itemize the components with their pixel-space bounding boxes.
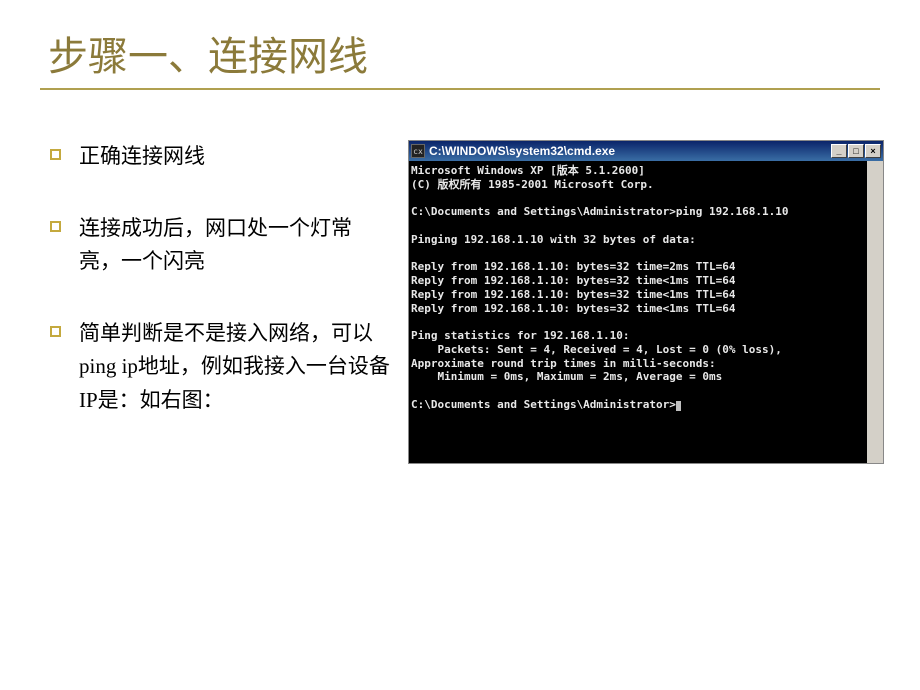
close-button[interactable]: × [865, 144, 881, 158]
cmd-prompt: C:\Documents and Settings\Administrator> [411, 398, 676, 411]
cmd-line: Reply from 192.168.1.10: bytes=32 time<1… [411, 302, 736, 315]
list-item: 正确连接网线 [50, 140, 390, 174]
slide: 步骤一、连接网线 正确连接网线 连接成功后，网口处一个灯常亮，一个闪亮 简单判断… [0, 0, 920, 690]
cmd-output: Microsoft Windows XP [版本 5.1.2600] (C) 版… [409, 161, 883, 463]
maximize-button[interactable]: □ [848, 144, 864, 158]
bullet-text: 简单判断是不是接入网络，可以ping ip地址，例如我接入一台设备IP是：如右图… [79, 317, 390, 418]
list-item: 简单判断是不是接入网络，可以ping ip地址，例如我接入一台设备IP是：如右图… [50, 317, 390, 418]
title-area: 步骤一、连接网线 [20, 24, 900, 82]
window-titlebar: cx C:\WINDOWS\system32\cmd.exe _ □ × [409, 141, 883, 161]
content-area: 正确连接网线 连接成功后，网口处一个灯常亮，一个闪亮 简单判断是不是接入网络，可… [20, 140, 900, 464]
bullet-list: 正确连接网线 连接成功后，网口处一个灯常亮，一个闪亮 简单判断是不是接入网络，可… [50, 140, 390, 464]
bullet-text: 连接成功后，网口处一个灯常亮，一个闪亮 [79, 212, 390, 279]
page-title: 步骤一、连接网线 [48, 24, 900, 82]
cmd-line: C:\Documents and Settings\Administrator>… [411, 205, 789, 218]
cmd-window: cx C:\WINDOWS\system32\cmd.exe _ □ × Mic… [408, 140, 884, 464]
minimize-button[interactable]: _ [831, 144, 847, 158]
bullet-icon [50, 326, 61, 337]
cursor-icon [676, 401, 681, 411]
cmd-line: Pinging 192.168.1.10 with 32 bytes of da… [411, 233, 696, 246]
bullet-icon [50, 221, 61, 232]
cmd-line: Reply from 192.168.1.10: bytes=32 time<1… [411, 274, 736, 287]
cmd-line: (C) 版权所有 1985-2001 Microsoft Corp. [411, 178, 654, 191]
cmd-line: Ping statistics for 192.168.1.10: [411, 329, 630, 342]
window-title: C:\WINDOWS\system32\cmd.exe [429, 144, 831, 158]
cmd-line: Microsoft Windows XP [版本 5.1.2600] [411, 164, 645, 177]
cmd-line: Approximate round trip times in milli-se… [411, 357, 716, 370]
cmd-line: Reply from 192.168.1.10: bytes=32 time<1… [411, 288, 736, 301]
cmd-line: Packets: Sent = 4, Received = 4, Lost = … [411, 343, 782, 356]
window-controls: _ □ × [831, 144, 881, 158]
bullet-text: 正确连接网线 [79, 140, 205, 174]
cmd-icon: cx [411, 144, 425, 158]
screenshot-area: cx C:\WINDOWS\system32\cmd.exe _ □ × Mic… [408, 140, 900, 464]
list-item: 连接成功后，网口处一个灯常亮，一个闪亮 [50, 212, 390, 279]
bullet-icon [50, 149, 61, 160]
cmd-line: Minimum = 0ms, Maximum = 2ms, Average = … [411, 370, 722, 383]
title-divider [40, 88, 880, 90]
cmd-line: Reply from 192.168.1.10: bytes=32 time=2… [411, 260, 736, 273]
